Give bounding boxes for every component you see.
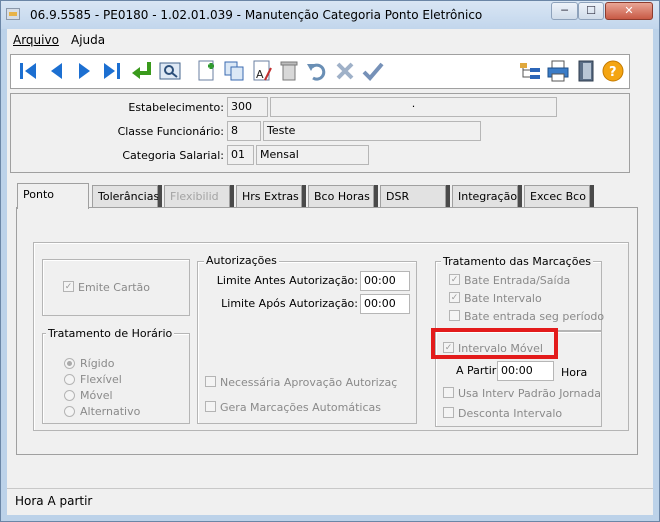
tab-divider xyxy=(230,185,234,207)
delete-icon[interactable] xyxy=(277,58,301,84)
tab-divider xyxy=(446,185,450,207)
next-record-icon[interactable] xyxy=(72,58,96,84)
app-icon xyxy=(6,8,20,20)
goto-icon[interactable] xyxy=(129,58,153,84)
bate-entrada-saida-label: Bate Entrada/Saída xyxy=(464,274,571,287)
tree-icon[interactable] xyxy=(518,58,542,84)
radio-movel-label: Móvel xyxy=(80,389,113,402)
print-icon[interactable] xyxy=(546,58,570,84)
usa-interv-label: Usa Interv Padrão Jornada xyxy=(458,387,601,400)
radio-flexivel[interactable] xyxy=(64,374,75,385)
zoom-icon[interactable] xyxy=(158,58,182,84)
categoria-code-field[interactable]: 01 xyxy=(227,145,254,165)
limite-antes-input[interactable]: 00:00 xyxy=(360,271,410,291)
tab-divider xyxy=(590,185,594,207)
bate-entrada-saida-checkbox[interactable]: ✓ xyxy=(449,274,460,285)
help-icon[interactable]: ? xyxy=(601,58,625,84)
radio-rigido[interactable] xyxy=(64,358,75,369)
radio-alternativo[interactable] xyxy=(64,406,75,417)
tratamento-marcacoes-title: Tratamento das Marcações xyxy=(441,255,593,268)
menu-arquivo[interactable]: Arquivo xyxy=(13,33,59,47)
first-record-icon[interactable] xyxy=(16,58,40,84)
emite-cartao-label: Emite Cartão xyxy=(78,281,151,294)
window-title: 06.9.5585 - PE0180 - 1.02.01.039 - Manut… xyxy=(30,8,483,22)
tab-divider xyxy=(302,185,306,207)
tab-integracao[interactable]: Integração xyxy=(452,185,518,207)
tab-flexibilid[interactable]: Flexibilid xyxy=(164,185,230,207)
exit-icon[interactable] xyxy=(574,58,598,84)
a-partir-input[interactable]: 00:00 xyxy=(497,361,554,381)
gera-marcacoes-checkbox[interactable] xyxy=(205,401,216,412)
radio-rigido-label: Rígido xyxy=(80,357,115,370)
last-record-icon[interactable] xyxy=(100,58,124,84)
usa-interv-checkbox[interactable] xyxy=(443,387,454,398)
previous-record-icon[interactable] xyxy=(44,58,68,84)
menu-arquivo-label: Arquivo xyxy=(13,33,59,47)
estabelecimento-label: Estabelecimento: xyxy=(128,101,224,114)
tab-divider xyxy=(518,185,522,207)
status-text: Hora A partir xyxy=(15,494,93,508)
tratamento-horario-title: Tratamento de Horário xyxy=(46,327,175,340)
hora-label: Hora xyxy=(561,366,588,379)
necessaria-label: Necessária Aprovação Autorizaç xyxy=(220,376,398,389)
radio-alternativo-label: Alternativo xyxy=(80,405,141,418)
edit-icon[interactable]: A xyxy=(250,58,274,84)
help-icon-glyph: ? xyxy=(609,65,617,80)
tab-ponto[interactable]: Ponto xyxy=(17,183,89,209)
tab-divider xyxy=(374,185,378,207)
tab-bco-horas[interactable]: Bco Horas xyxy=(308,185,374,207)
radio-flexivel-label: Flexível xyxy=(80,373,122,386)
classe-label: Classe Funcionário: xyxy=(117,125,224,138)
limite-antes-label: Limite Antes Autorização: xyxy=(216,274,358,287)
bate-entrada-seg-label: Bate entrada seg período xyxy=(464,310,605,323)
undo-icon[interactable] xyxy=(305,58,329,84)
emite-cartao-checkbox[interactable]: ✓ xyxy=(63,281,74,292)
svg-text:A: A xyxy=(256,68,264,81)
bate-entrada-seg-checkbox[interactable] xyxy=(449,310,460,321)
necessaria-checkbox[interactable] xyxy=(205,376,216,387)
copy-icon[interactable] xyxy=(222,58,246,84)
menu-ajuda-label: Ajuda xyxy=(71,33,106,47)
tab-divider xyxy=(158,185,162,207)
status-bar xyxy=(7,488,653,515)
tab-tolerancias[interactable]: Tolerâncias xyxy=(92,185,159,207)
estabelecimento-desc-field: · xyxy=(270,97,557,117)
tab-hrs-extras[interactable]: Hrs Extras xyxy=(236,185,302,207)
limite-apos-label: Limite Após Autorização: xyxy=(221,297,358,310)
classe-desc-field: Teste xyxy=(263,121,481,141)
tab-dsr[interactable]: DSR xyxy=(380,185,446,207)
classe-code-field[interactable]: 8 xyxy=(227,121,261,141)
close-button[interactable]: ✕ xyxy=(605,2,653,20)
save-icon[interactable] xyxy=(361,58,385,84)
desconta-intervalo-label: Desconta Intervalo xyxy=(458,407,563,420)
maximize-button[interactable]: ☐ xyxy=(578,2,604,20)
add-icon[interactable] xyxy=(194,58,218,84)
tab-excec-bco[interactable]: Excec Bco xyxy=(524,185,590,207)
desconta-intervalo-checkbox[interactable] xyxy=(443,407,454,418)
limite-apos-input[interactable]: 00:00 xyxy=(360,294,410,314)
categoria-desc-field: Mensal xyxy=(256,145,369,165)
a-partir-label: A Partir: xyxy=(456,364,500,377)
highlight-box xyxy=(431,328,558,359)
gera-marcacoes-label: Gera Marcações Automáticas xyxy=(220,401,382,414)
minimize-button[interactable]: ─ xyxy=(551,2,578,20)
menu-ajuda[interactable]: Ajuda xyxy=(71,33,105,47)
autorizacoes-title: Autorizações xyxy=(204,254,279,267)
categoria-label: Categoria Salarial: xyxy=(122,149,224,162)
estabelecimento-code-field[interactable]: 300 xyxy=(227,97,268,117)
radio-movel[interactable] xyxy=(64,390,75,401)
cancel-icon[interactable] xyxy=(333,58,357,84)
bate-intervalo-checkbox[interactable]: ✓ xyxy=(449,292,460,303)
bate-intervalo-label: Bate Intervalo xyxy=(464,292,542,305)
